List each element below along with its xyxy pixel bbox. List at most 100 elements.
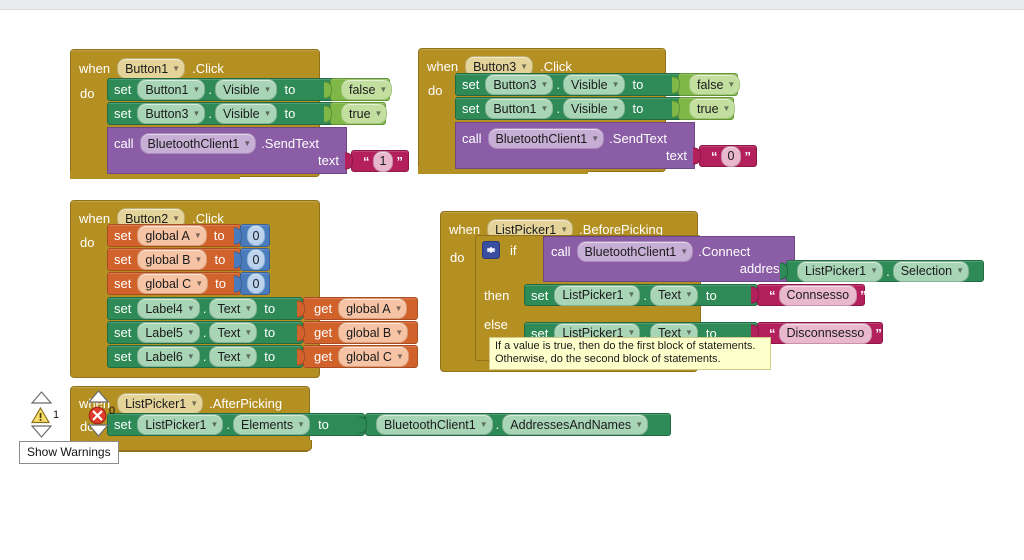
component-dropdown[interactable]: ListPicker1 ▼ xyxy=(797,260,884,282)
logic-value-dropdown[interactable]: false ▼ xyxy=(341,79,393,100)
if-block-tooltip: If a value is true, then do the first bl… xyxy=(489,337,771,370)
variable-dropdown[interactable]: global B ▼ xyxy=(137,249,208,270)
setter-button1-visible-2[interactable]: set Button1 ▼ . Visible ▼ to xyxy=(455,97,687,120)
property-dropdown[interactable]: Text ▼ xyxy=(209,346,258,367)
call-bluetoothclient1-connect[interactable]: call BluetoothClient1 ▼ .Connect address xyxy=(543,236,795,282)
getter-global-b[interactable]: get global B ▼ xyxy=(297,321,418,344)
component-dropdown-bluetoothclient1[interactable]: BluetoothClient1 ▼ xyxy=(487,128,605,149)
property-dropdown[interactable]: Visible ▼ xyxy=(562,74,625,95)
warning-triangle-icon[interactable] xyxy=(31,407,50,424)
number-field[interactable]: 0 xyxy=(246,225,266,246)
component-dropdown[interactable]: Label6 ▼ xyxy=(137,346,200,367)
property-dropdown[interactable]: Visible ▼ xyxy=(562,98,625,119)
getter-bluetoothclient1-addressesandnames[interactable]: BluetoothClient1 ▼ . AddressesAndNames ▼ xyxy=(359,413,671,436)
chevron-down-icon: ▼ xyxy=(195,278,204,288)
chevron-down-icon: ▼ xyxy=(244,327,253,337)
variable-dropdown[interactable]: global A ▼ xyxy=(137,225,207,246)
property-dropdown[interactable]: Visible ▼ xyxy=(214,79,277,100)
logic-value-dropdown[interactable]: true ▼ xyxy=(341,103,388,124)
text-value-field[interactable]: 1 xyxy=(372,150,394,172)
text-value-field[interactable]: Connsesso xyxy=(778,284,858,306)
error-nav-down-arrow[interactable] xyxy=(88,424,109,437)
blocks-workspace[interactable]: when Button1 ▼ .Click do set Button1 ▼ . V… xyxy=(0,0,1024,560)
setter-button1-visible[interactable]: set Button1 ▼ . Visible ▼ to xyxy=(107,78,339,101)
component-dropdown-button1[interactable]: Button1 ▼ xyxy=(117,58,186,79)
variable-dropdown[interactable]: global B ▼ xyxy=(338,322,409,343)
number-field[interactable]: 0 xyxy=(246,273,266,294)
math-number-block-a[interactable]: 0 xyxy=(234,224,270,247)
component-dropdown-bluetoothclient1[interactable]: BluetoothClient1 ▼ xyxy=(576,241,694,262)
math-number-block-b[interactable]: 0 xyxy=(234,248,270,271)
component-dropdown[interactable]: Button3 ▼ xyxy=(137,103,206,124)
property-dropdown[interactable]: Selection ▼ xyxy=(892,260,970,282)
setter-label5-text[interactable]: set Label5 ▼ . Text ▼ to xyxy=(107,321,303,344)
chevron-down-icon: ▼ xyxy=(395,327,404,337)
number-field[interactable]: 0 xyxy=(246,249,266,270)
setter-listpicker1-elements[interactable]: set ListPicker1 ▼ . Elements ▼ to xyxy=(107,413,365,436)
logic-true-block-2[interactable]: true ▼ xyxy=(672,97,736,120)
property-dropdown[interactable]: Text ▼ xyxy=(209,298,258,319)
call-bluetoothclient1-sendtext[interactable]: call BluetoothClient1 ▼ .SendText text xyxy=(107,127,347,174)
text-value-field[interactable]: Disconnsesso xyxy=(778,322,873,344)
warning-nav-up-arrow[interactable] xyxy=(31,391,52,404)
property-dropdown[interactable]: Text ▼ xyxy=(209,322,258,343)
variable-dropdown[interactable]: global A ▼ xyxy=(338,298,408,319)
text-string-block-1[interactable]: “ 1 ” xyxy=(345,150,409,172)
setter-label6-text[interactable]: set Label6 ▼ . Text ▼ to xyxy=(107,345,303,368)
setter-global-b[interactable]: set global B ▼ to xyxy=(107,248,241,271)
error-nav-up-arrow[interactable] xyxy=(88,390,109,403)
getter-listpicker1-selection[interactable]: ListPicker1 ▼ . Selection ▼ xyxy=(780,260,984,282)
else-keyword: else xyxy=(484,317,508,332)
component-dropdown-listpicker1[interactable]: ListPicker1 ▼ xyxy=(117,393,204,414)
component-dropdown[interactable]: ListPicker1 ▼ xyxy=(554,284,641,306)
component-dropdown[interactable]: Button1 ▼ xyxy=(485,98,554,119)
setter-button3-visible-2[interactable]: set Button3 ▼ . Visible ▼ to xyxy=(455,73,687,96)
text-string-block-2[interactable]: “ 0 ” xyxy=(693,145,757,167)
getter-global-c[interactable]: get global C ▼ xyxy=(297,345,418,368)
math-number-block-c[interactable]: 0 xyxy=(234,272,270,295)
setter-button3-visible[interactable]: set Button3 ▼ . Visible ▼ to xyxy=(107,102,339,125)
set-keyword: set xyxy=(114,106,132,121)
getter-global-a[interactable]: get global A ▼ xyxy=(297,297,418,320)
component-dropdown[interactable]: Label4 ▼ xyxy=(137,298,200,319)
text-string-connsesso[interactable]: “ Connsesso ” xyxy=(751,284,867,306)
text-value-field[interactable]: 0 xyxy=(720,145,742,167)
text-string-disconnsesso[interactable]: “ Disconnsesso ” xyxy=(751,322,883,344)
logic-value-dropdown[interactable]: false ▼ xyxy=(689,74,741,95)
call-bluetoothclient1-sendtext-2[interactable]: call BluetoothClient1 ▼ .SendText text xyxy=(455,122,695,169)
property-dropdown[interactable]: Text ▼ xyxy=(650,284,698,306)
logic-value-dropdown[interactable]: true ▼ xyxy=(689,98,736,119)
component-dropdown[interactable]: Button3 ▼ xyxy=(485,74,554,95)
to-keyword: to xyxy=(215,276,226,291)
variable-dropdown[interactable]: global C ▼ xyxy=(137,273,209,294)
set-keyword: set xyxy=(114,228,132,243)
warning-nav-down-arrow[interactable] xyxy=(31,425,52,438)
to-keyword: to xyxy=(264,349,276,364)
logic-false-block[interactable]: false ▼ xyxy=(324,78,393,101)
dot-separator: . xyxy=(556,77,560,92)
error-circle-icon[interactable] xyxy=(88,406,107,425)
component-dropdown[interactable]: ListPicker1 ▼ xyxy=(137,414,224,435)
dot-separator: . xyxy=(202,325,207,340)
variable-dropdown[interactable]: global C ▼ xyxy=(338,346,409,367)
component-dropdown[interactable]: Label5 ▼ xyxy=(137,322,200,343)
setter-global-a[interactable]: set global A ▼ to xyxy=(107,224,241,247)
setter-label4-text[interactable]: set Label4 ▼ . Text ▼ to xyxy=(107,297,303,320)
gear-icon[interactable] xyxy=(482,241,500,259)
then-label-row: then xyxy=(484,288,509,303)
property-dropdown[interactable]: Visible ▼ xyxy=(214,103,277,124)
setter-listpicker1-text-then[interactable]: set ListPicker1 ▼ . Text ▼ to xyxy=(524,284,758,306)
show-warnings-button[interactable]: Show Warnings xyxy=(19,441,119,464)
component-dropdown[interactable]: Button1 ▼ xyxy=(137,79,206,100)
property-dropdown[interactable]: AddressesAndNames ▼ xyxy=(502,414,649,435)
logic-false-block-2[interactable]: false ▼ xyxy=(672,73,741,96)
component-dropdown[interactable]: BluetoothClient1 ▼ xyxy=(376,414,493,435)
close-quote: ” xyxy=(744,148,751,164)
setter-global-c[interactable]: set global C ▼ to xyxy=(107,272,241,295)
logic-true-block[interactable]: true ▼ xyxy=(324,102,388,125)
property-dropdown[interactable]: Elements ▼ xyxy=(233,414,311,435)
set-keyword: set xyxy=(114,325,132,340)
component-dropdown-bluetoothclient1[interactable]: BluetoothClient1 ▼ xyxy=(139,133,257,154)
get-keyword: get xyxy=(314,349,333,364)
dot-separator: . xyxy=(208,82,212,97)
